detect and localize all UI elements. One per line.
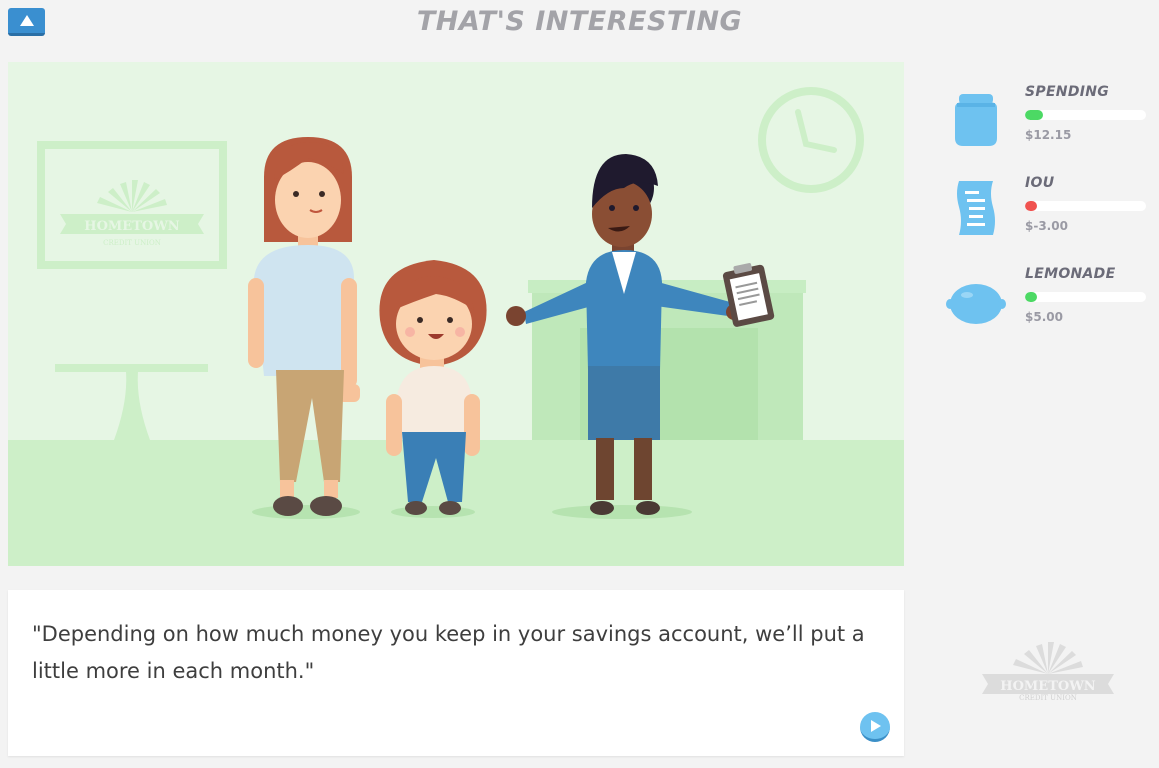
- svg-text:CREDIT UNION: CREDIT UNION: [1019, 694, 1077, 702]
- stat-bar: [1025, 110, 1146, 120]
- stat-lemonade: LEMONADE $5.00: [945, 262, 1155, 332]
- jar-icon: [955, 94, 997, 146]
- receipt-icon: [957, 181, 995, 235]
- stat-bar-fill: [1025, 110, 1044, 120]
- play-icon: [871, 719, 881, 732]
- scene-illustration: HOMETOWN CREDIT UNION: [8, 62, 904, 566]
- stat-label: LEMONADE: [1025, 266, 1116, 282]
- hometown-sign: HOMETOWN CREDIT UNION: [37, 141, 227, 269]
- svg-text:CREDIT UNION: CREDIT UNION: [103, 239, 161, 247]
- dialog-box: "Depending on how much money you keep in…: [8, 590, 904, 756]
- page-title: THAT'S INTERESTING: [416, 6, 743, 37]
- stat-label: IOU: [1025, 175, 1055, 191]
- stat-label: SPENDING: [1025, 84, 1110, 100]
- stat-value: $5.00: [1025, 310, 1063, 324]
- stat-value: $12.15: [1025, 128, 1072, 142]
- stat-bar: [1025, 201, 1146, 211]
- svg-text:HOMETOWN: HOMETOWN: [84, 219, 180, 234]
- stat-iou: IOU $-3.00: [945, 171, 1155, 241]
- stat-bar-fill: [1025, 292, 1038, 302]
- lemon-icon: [946, 284, 1006, 324]
- svg-text:HOMETOWN: HOMETOWN: [1000, 679, 1096, 694]
- wall-clock: [758, 87, 864, 193]
- play-button[interactable]: [860, 712, 890, 742]
- hometown-logo: HOMETOWN CREDIT UNION: [982, 642, 1114, 702]
- stat-value: $-3.00: [1025, 219, 1068, 233]
- stat-bar: [1025, 292, 1146, 302]
- stat-spending: SPENDING $12.15: [945, 80, 1155, 150]
- side-table: [55, 364, 208, 440]
- stat-bar-fill: [1025, 201, 1038, 211]
- dialog-text: "Depending on how much money you keep in…: [32, 622, 865, 683]
